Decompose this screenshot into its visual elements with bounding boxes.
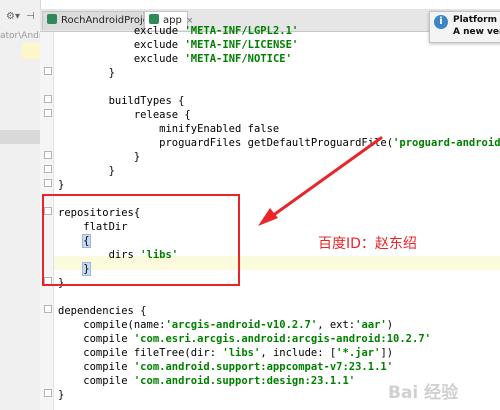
annotation-label: 百度ID：赵东绍 — [318, 236, 417, 252]
code-line: compile(name:'arcgis-android-v10.2.7', e… — [58, 319, 394, 331]
fold-marker[interactable] — [44, 179, 52, 187]
code-line: } — [58, 179, 65, 191]
fold-marker[interactable] — [44, 165, 52, 173]
project-tree-selected-row[interactable] — [0, 130, 40, 144]
watermark: Bai 经验 — [388, 383, 459, 403]
code-line: exclude 'META-INF/NOTICE' — [58, 53, 292, 65]
code-line: buildTypes { — [58, 95, 185, 107]
code-line: } — [58, 389, 65, 401]
fold-marker[interactable] — [44, 95, 52, 103]
project-panel-toolbar: ⚙▾ ⊣ — [0, 9, 40, 25]
panel-highlight — [22, 43, 40, 59]
project-panel: ⚙▾ ⊣ ator\Andro — [0, 0, 41, 410]
code-line: compile fileTree(dir: 'libs', include: [… — [58, 347, 394, 359]
code-line: exclude 'META-INF/LGPL2.1' — [58, 25, 299, 37]
fold-marker[interactable] — [44, 151, 52, 159]
gear-icon[interactable]: ⚙▾ — [6, 9, 20, 25]
code-line: compile 'com.android.support:appcompat-v… — [58, 361, 394, 373]
project-path-fragment[interactable]: ator\Andro — [0, 29, 40, 43]
code-editor[interactable]: exclude 'META-INF/LGPL2.1' exclude 'META… — [58, 0, 500, 401]
code-line: compile 'com.android.support:design:23.1… — [58, 375, 356, 387]
fold-marker[interactable] — [44, 67, 52, 75]
gradle-file-icon — [47, 14, 57, 24]
code-line: } — [58, 67, 115, 79]
code-line: compile 'com.esri.arcgis.android:arcgis-… — [58, 333, 431, 345]
code-line: } — [58, 151, 141, 163]
code-line: dependencies { — [58, 305, 147, 317]
code-line: proguardFiles getDefaultProguardFile('pr… — [58, 137, 500, 149]
code-line: minifyEnabled false — [58, 123, 280, 135]
fold-marker[interactable] — [44, 109, 52, 117]
code-line: release { — [58, 109, 191, 121]
fold-marker[interactable] — [44, 389, 52, 397]
code-line: } — [58, 165, 115, 177]
divider-icon[interactable]: ⊣ — [26, 9, 35, 25]
annotation-highlight-box — [42, 194, 240, 286]
code-line: exclude 'META-INF/LICENSE' — [58, 39, 299, 51]
ide-window: ⚙▾ ⊣ ator\Andro RochAndroidProject× app×… — [0, 0, 500, 410]
fold-marker[interactable] — [44, 305, 52, 313]
